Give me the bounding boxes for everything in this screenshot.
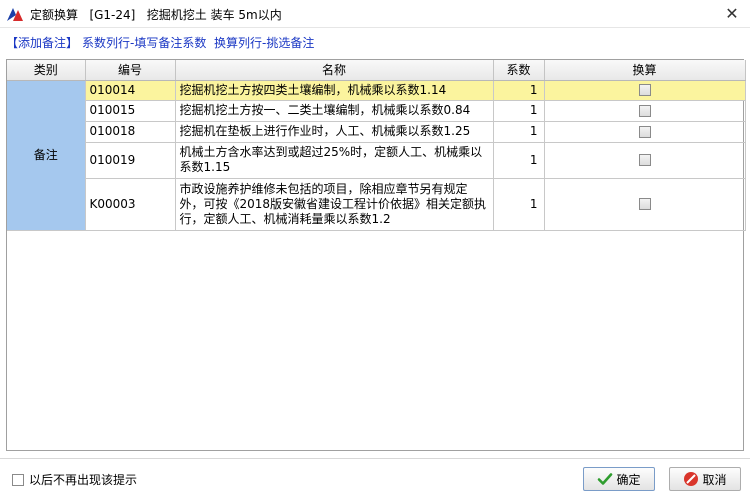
col-header-coef[interactable]: 系数 xyxy=(493,60,545,81)
dont-show-again-option[interactable]: 以后不再出现该提示 xyxy=(12,471,137,488)
hint-bar: 【添加备注】 系数列行-填写备注系数 换算列行-挑选备注 xyxy=(6,34,314,52)
coef-cell[interactable]: 1 xyxy=(493,80,545,101)
close-icon: ✕ xyxy=(725,4,739,23)
app-logo-icon xyxy=(7,8,23,21)
convert-cell[interactable] xyxy=(544,178,746,231)
name-cell[interactable]: 机械土方含水率达到或超过25%时，定额人工、机械乘以系数1.15 xyxy=(175,142,494,179)
table-row[interactable]: 010019 机械土方含水率达到或超过25%时，定额人工、机械乘以系数1.15 … xyxy=(7,142,746,179)
cancel-label: 取消 xyxy=(702,472,727,487)
coef-cell[interactable]: 1 xyxy=(493,100,545,122)
table-row[interactable]: 备注 010014 挖掘机挖土方按四类土壤编制，机械乘以系数1.14 1 xyxy=(7,80,746,231)
notes-grid: 类别 编号 名称 系数 换算 备注 010014 挖掘机挖土方按四类土壤编制，机… xyxy=(6,59,746,451)
col-header-convert[interactable]: 换算 xyxy=(544,60,746,81)
convert-hint: 换算列行-挑选备注 xyxy=(214,36,315,50)
col-header-name[interactable]: 名称 xyxy=(175,60,494,81)
title-bar: 定额换算 [G1-24] 挖掘机挖土 装车 5m以内 ✕ xyxy=(0,0,750,28)
name-cell[interactable]: 挖掘机挖土方按一、二类土壤编制，机械乘以系数0.84 xyxy=(175,100,494,122)
name-cell[interactable]: 市政设施养护维修未包括的项目，除相应章节另有规定外，可按《2018版安徽省建设工… xyxy=(175,178,494,231)
coef-cell[interactable]: 1 xyxy=(493,178,545,231)
col-header-code[interactable]: 编号 xyxy=(85,60,176,81)
convert-checkbox[interactable] xyxy=(638,104,651,117)
coef-cell[interactable]: 1 xyxy=(493,121,545,143)
name-cell[interactable]: 挖掘机挖土方按四类土壤编制，机械乘以系数1.14 xyxy=(175,80,494,101)
convert-cell[interactable] xyxy=(544,100,746,122)
notes-table: 类别 编号 名称 系数 换算 备注 010014 挖掘机挖土方按四类土壤编制，机… xyxy=(7,60,746,231)
dialog-footer: 以后不再出现该提示 确定 取消 xyxy=(0,458,750,500)
convert-cell[interactable] xyxy=(544,80,746,101)
close-button[interactable]: ✕ xyxy=(722,4,742,24)
checkmark-icon xyxy=(598,473,613,485)
convert-cell[interactable] xyxy=(544,121,746,143)
cancel-icon xyxy=(684,472,699,486)
code-cell[interactable]: 010018 xyxy=(85,121,176,143)
table-row[interactable]: K00003 市政设施养护维修未包括的项目，除相应章节另有规定外，可按《2018… xyxy=(7,178,746,231)
code-cell[interactable]: 010015 xyxy=(85,100,176,122)
dont-show-again-label: 以后不再出现该提示 xyxy=(29,473,138,487)
ok-label: 确定 xyxy=(616,472,641,487)
table-row[interactable]: 010015 挖掘机挖土方按一、二类土壤编制，机械乘以系数0.84 1 xyxy=(7,100,746,122)
category-cell: 备注 xyxy=(7,80,86,231)
table-row[interactable]: 010018 挖掘机在垫板上进行作业时，人工、机械乘以系数1.25 1 xyxy=(7,121,746,143)
window-title: 定额换算 [G1-24] 挖掘机挖土 装车 5m以内 xyxy=(30,8,282,22)
convert-checkbox[interactable] xyxy=(638,154,651,166)
convert-checkbox[interactable] xyxy=(638,198,651,210)
ok-button[interactable]: 确定 xyxy=(583,467,655,491)
cancel-button[interactable]: 取消 xyxy=(669,467,741,491)
name-cell[interactable]: 挖掘机在垫板上进行作业时，人工、机械乘以系数1.25 xyxy=(175,121,494,143)
dont-show-again-checkbox[interactable] xyxy=(12,473,24,486)
coef-cell[interactable]: 1 xyxy=(493,142,545,179)
convert-checkbox[interactable] xyxy=(638,84,651,96)
coef-hint: 系数列行-填写备注系数 xyxy=(82,36,207,50)
convert-cell[interactable] xyxy=(544,142,746,179)
add-note-link[interactable]: 【添加备注】 xyxy=(6,36,78,50)
code-cell[interactable]: 010014 xyxy=(85,80,176,101)
convert-checkbox[interactable] xyxy=(638,125,651,138)
col-header-category[interactable]: 类别 xyxy=(7,60,86,81)
table-header: 类别 编号 名称 系数 换算 xyxy=(7,60,746,81)
code-cell[interactable]: 010019 xyxy=(85,142,176,179)
code-cell[interactable]: K00003 xyxy=(85,178,176,231)
